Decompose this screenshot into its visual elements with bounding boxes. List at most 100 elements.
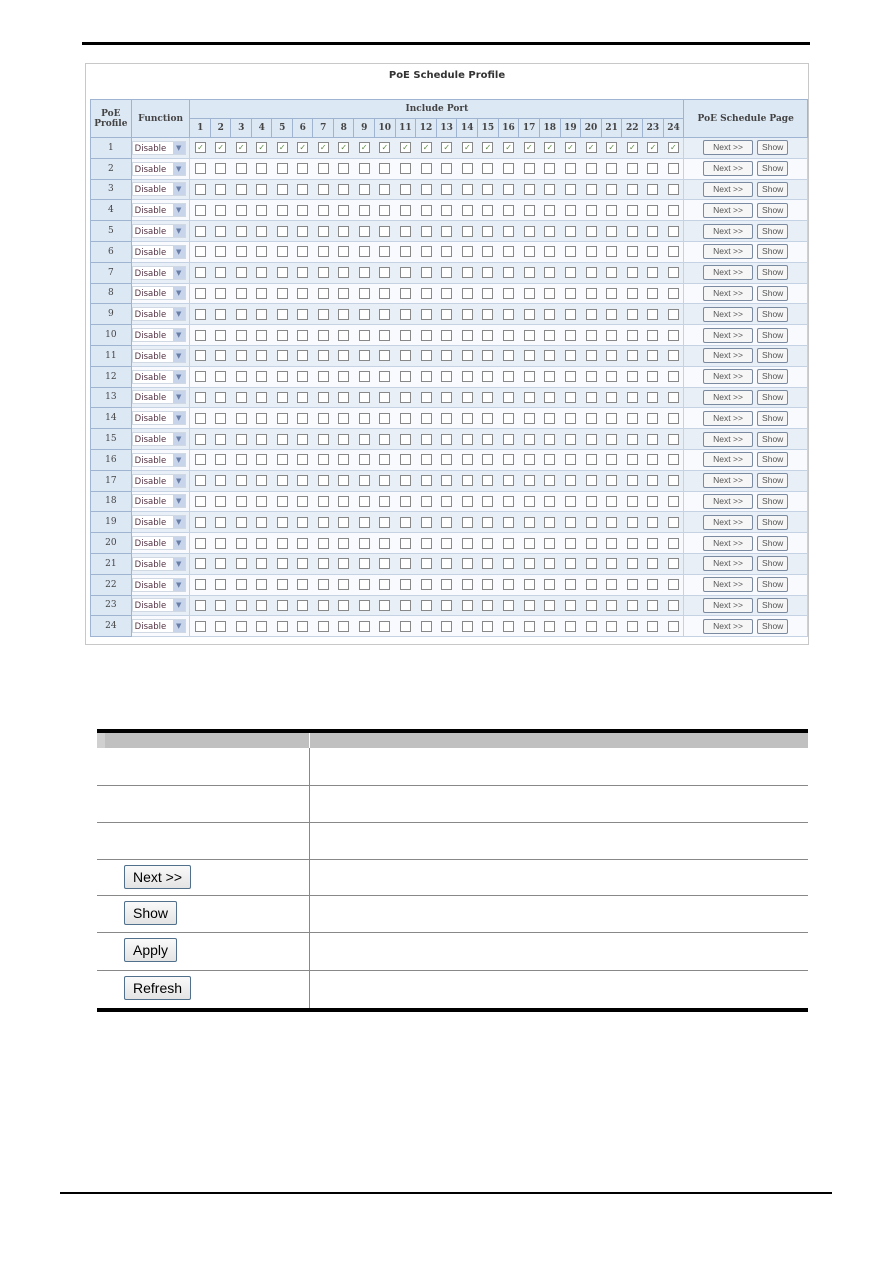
port-checkbox[interactable] [606, 620, 618, 632]
port-checkbox[interactable] [338, 287, 350, 299]
port-checkbox[interactable] [194, 225, 206, 237]
port-checkbox[interactable] [358, 183, 370, 195]
port-checkbox[interactable] [379, 183, 391, 195]
port-checkbox[interactable] [667, 287, 679, 299]
port-checkbox[interactable] [544, 412, 556, 424]
port-checkbox[interactable] [256, 329, 268, 341]
port-checkbox[interactable] [441, 537, 453, 549]
port-checkbox[interactable] [317, 287, 329, 299]
port-checkbox[interactable] [585, 308, 597, 320]
next-button[interactable]: Next >> [703, 327, 754, 343]
port-checkbox[interactable] [585, 225, 597, 237]
port-checkbox[interactable] [441, 163, 453, 175]
port-checkbox[interactable] [647, 454, 659, 466]
port-checkbox[interactable] [276, 579, 288, 591]
port-checkbox[interactable] [544, 371, 556, 383]
port-checkbox[interactable] [297, 516, 309, 528]
function-select[interactable]: Disable ▼ [131, 161, 186, 176]
function-select[interactable]: Disable ▼ [131, 473, 186, 488]
port-checkbox[interactable] [194, 516, 206, 528]
port-checkbox[interactable] [276, 433, 288, 445]
port-checkbox[interactable] [379, 579, 391, 591]
port-checkbox[interactable] [297, 558, 309, 570]
port-checkbox[interactable] [215, 163, 227, 175]
port-checkbox[interactable] [338, 204, 350, 216]
port-checkbox[interactable] [399, 475, 411, 487]
port-checkbox[interactable] [647, 183, 659, 195]
port-checkbox[interactable] [523, 350, 535, 362]
port-checkbox[interactable] [564, 516, 576, 528]
port-checkbox[interactable] [215, 537, 227, 549]
function-select[interactable]: Disable ▼ [131, 286, 186, 301]
port-checkbox[interactable] [647, 537, 659, 549]
port-checkbox[interactable] [647, 350, 659, 362]
port-checkbox[interactable] [482, 204, 494, 216]
show-button[interactable]: Show [757, 535, 789, 551]
port-checkbox[interactable]: ✓ [235, 142, 247, 154]
port-checkbox[interactable] [503, 329, 515, 341]
port-checkbox[interactable] [606, 225, 618, 237]
port-checkbox[interactable] [420, 620, 432, 632]
port-checkbox[interactable] [317, 412, 329, 424]
port-checkbox[interactable] [523, 516, 535, 528]
port-checkbox[interactable] [420, 267, 432, 279]
port-checkbox[interactable] [194, 246, 206, 258]
port-checkbox[interactable] [215, 308, 227, 320]
port-checkbox[interactable] [276, 558, 288, 570]
port-checkbox[interactable] [564, 475, 576, 487]
port-checkbox[interactable] [544, 475, 556, 487]
port-checkbox[interactable] [317, 225, 329, 237]
port-checkbox[interactable] [626, 620, 638, 632]
port-checkbox[interactable] [461, 163, 473, 175]
port-checkbox[interactable] [194, 308, 206, 320]
port-checkbox[interactable] [399, 308, 411, 320]
port-checkbox[interactable] [667, 495, 679, 507]
port-checkbox[interactable] [626, 308, 638, 320]
show-button[interactable]: Show [757, 265, 789, 281]
port-checkbox[interactable] [256, 495, 268, 507]
port-checkbox[interactable] [276, 516, 288, 528]
port-checkbox[interactable] [235, 620, 247, 632]
port-checkbox[interactable] [399, 183, 411, 195]
port-checkbox[interactable] [235, 371, 247, 383]
port-checkbox[interactable] [358, 246, 370, 258]
port-checkbox[interactable] [399, 391, 411, 403]
port-checkbox[interactable] [297, 620, 309, 632]
port-checkbox[interactable] [235, 495, 247, 507]
port-checkbox[interactable] [647, 391, 659, 403]
port-checkbox[interactable] [564, 371, 576, 383]
port-checkbox[interactable] [215, 204, 227, 216]
port-checkbox[interactable] [606, 308, 618, 320]
port-checkbox[interactable] [317, 495, 329, 507]
port-checkbox[interactable] [606, 599, 618, 611]
port-checkbox[interactable] [297, 579, 309, 591]
port-checkbox[interactable] [606, 495, 618, 507]
port-checkbox[interactable] [544, 204, 556, 216]
port-checkbox[interactable] [420, 308, 432, 320]
show-button[interactable]: Show [757, 577, 789, 593]
show-button[interactable]: Show [757, 161, 789, 177]
port-checkbox[interactable] [399, 163, 411, 175]
show-button[interactable]: Show [757, 369, 789, 385]
show-button[interactable]: Show [757, 431, 789, 447]
function-select[interactable]: Disable ▼ [131, 390, 186, 405]
port-checkbox[interactable] [276, 412, 288, 424]
port-checkbox[interactable] [585, 433, 597, 445]
function-select[interactable]: Disable ▼ [131, 515, 186, 530]
port-checkbox[interactable] [544, 246, 556, 258]
port-checkbox[interactable] [317, 163, 329, 175]
port-checkbox[interactable] [503, 412, 515, 424]
port-checkbox[interactable] [399, 495, 411, 507]
port-checkbox[interactable] [544, 308, 556, 320]
port-checkbox[interactable] [297, 537, 309, 549]
port-checkbox[interactable] [461, 287, 473, 299]
port-checkbox[interactable] [297, 454, 309, 466]
port-checkbox[interactable] [441, 579, 453, 591]
next-button[interactable]: Next >> [703, 306, 754, 322]
port-checkbox[interactable] [503, 267, 515, 279]
port-checkbox[interactable] [461, 558, 473, 570]
port-checkbox[interactable] [626, 391, 638, 403]
port-checkbox[interactable] [564, 225, 576, 237]
port-checkbox[interactable] [544, 329, 556, 341]
port-checkbox[interactable] [379, 287, 391, 299]
